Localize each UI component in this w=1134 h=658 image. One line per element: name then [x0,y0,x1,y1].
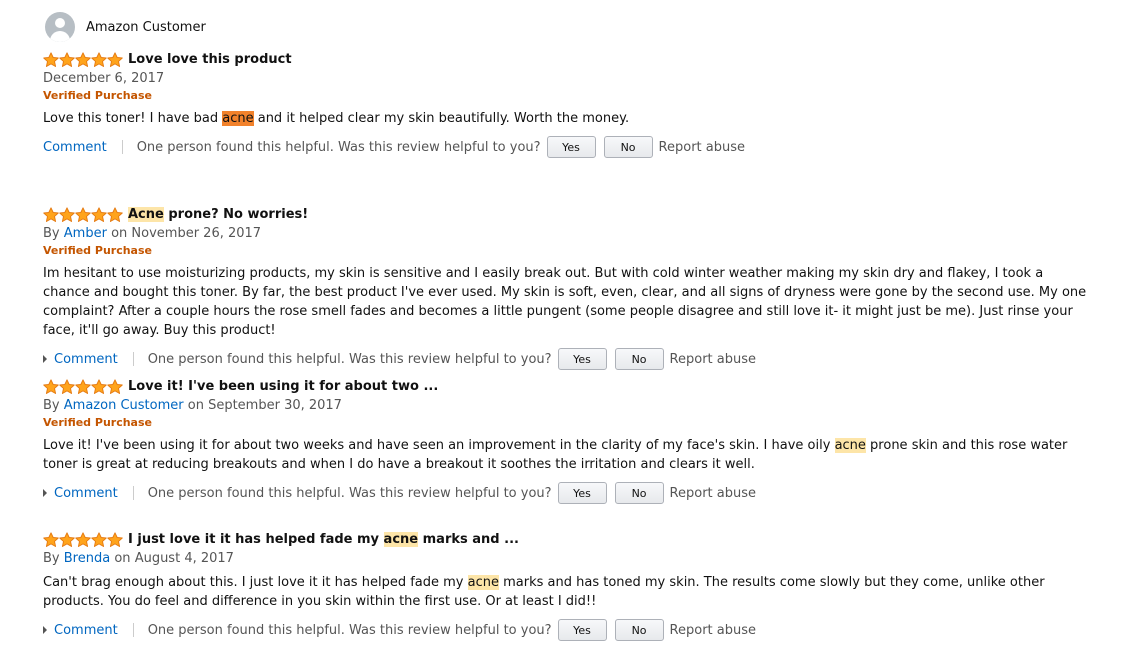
no-button[interactable]: No [614,348,664,370]
reviewer-name: Amazon Customer [86,19,206,35]
review-title[interactable]: Acne prone? No worries! [128,207,308,222]
review-actions: Comment One person found this helpful. W… [43,481,1093,505]
star-icon [59,206,75,222]
review-body: Love it! I've been using it for about tw… [43,438,1068,472]
no-button[interactable]: No [603,136,653,158]
star-icon [75,51,91,67]
review-actions: Comment One person found this helpful. W… [43,135,1093,159]
yes-button[interactable]: Yes [557,348,607,370]
star-rating[interactable] [43,51,123,68]
star-icon [75,206,91,222]
review-4: I just love it it has helped fade my acn… [43,530,1093,642]
verified-purchase-badge: Verified Purchase [43,89,152,102]
star-rating[interactable] [43,531,123,548]
review-byline: By Brenda on August 4, 2017 [43,551,234,566]
author-link[interactable]: Amber [64,226,107,241]
star-icon [43,378,59,394]
star-icon [43,51,59,67]
yes-button[interactable]: Yes [557,619,607,641]
divider [132,352,134,366]
helpful-text: One person found this helpful. Was this … [136,139,541,155]
review-1: Love love this product December 6, 2017 … [43,50,1093,159]
star-icon [91,378,107,394]
divider [132,623,134,637]
star-icon [91,531,107,547]
yes-button[interactable]: Yes [546,136,596,158]
helpful-text: One person found this helpful. Was this … [147,351,552,367]
caret-right-icon [43,489,47,497]
star-icon [91,206,107,222]
review-body: Love this toner! I have bad acne and it … [43,111,630,126]
review-title[interactable]: Love it! I've been using it for about tw… [128,379,438,394]
review-title-row: Acne prone? No worries! [43,205,1093,224]
star-icon [75,531,91,547]
review-title[interactable]: Love love this product [128,52,292,67]
review-date: September 30, 2017 [208,398,342,413]
review-byline: By Amazon Customer on September 30, 2017 [43,398,342,413]
review-3: Love it! I've been using it for about tw… [43,377,1093,505]
author-link[interactable]: Amazon Customer [64,398,184,413]
verified-purchase-badge: Verified Purchase [43,416,152,429]
yes-button[interactable]: Yes [557,482,607,504]
comment-link[interactable]: Comment [43,623,118,638]
review-title-row: Love love this product [43,50,1093,69]
review-title[interactable]: I just love it it has helped fade my acn… [128,532,519,547]
star-icon [43,531,59,547]
report-abuse-link[interactable]: Report abuse [670,486,756,501]
comment-link[interactable]: Comment [43,352,118,367]
star-icon [107,378,123,394]
report-abuse-link[interactable]: Report abuse [670,623,756,638]
report-abuse-link[interactable]: Report abuse [659,140,745,155]
star-icon [75,378,91,394]
helpful-text: One person found this helpful. Was this … [147,622,552,638]
user-avatar-icon [45,12,75,42]
review-title-row: Love it! I've been using it for about tw… [43,377,1093,396]
star-icon [59,51,75,67]
caret-right-icon [43,355,47,363]
star-icon [91,51,107,67]
review-byline: By Amber on November 26, 2017 [43,226,262,241]
star-icon [107,206,123,222]
author-link[interactable]: Brenda [64,551,110,566]
star-icon [59,378,75,394]
helpful-text: One person found this helpful. Was this … [147,485,552,501]
review-body: Im hesitant to use moisturizing products… [43,266,1087,338]
star-rating[interactable] [43,378,123,395]
divider [132,486,134,500]
star-rating[interactable] [43,206,123,223]
star-icon [43,206,59,222]
review-date: November 26, 2017 [131,226,262,241]
review-2: Acne prone? No worries! By Amber on Nove… [43,205,1093,371]
review-actions: Comment One person found this helpful. W… [43,347,1093,371]
no-button[interactable]: No [614,482,664,504]
star-icon [107,531,123,547]
review-title-row: I just love it it has helped fade my acn… [43,530,1093,549]
no-button[interactable]: No [614,619,664,641]
review-date: August 4, 2017 [134,551,234,566]
star-icon [107,51,123,67]
divider [121,140,123,154]
review-date: December 6, 2017 [43,71,165,86]
report-abuse-link[interactable]: Report abuse [670,352,756,367]
review-body: Can't brag enough about this. I just lov… [43,575,1045,609]
comment-link[interactable]: Comment [43,140,107,155]
caret-right-icon [43,626,47,634]
verified-purchase-badge: Verified Purchase [43,244,152,257]
reviewer-profile[interactable]: Amazon Customer [45,12,206,42]
comment-link[interactable]: Comment [43,486,118,501]
review-actions: Comment One person found this helpful. W… [43,618,1093,642]
star-icon [59,531,75,547]
